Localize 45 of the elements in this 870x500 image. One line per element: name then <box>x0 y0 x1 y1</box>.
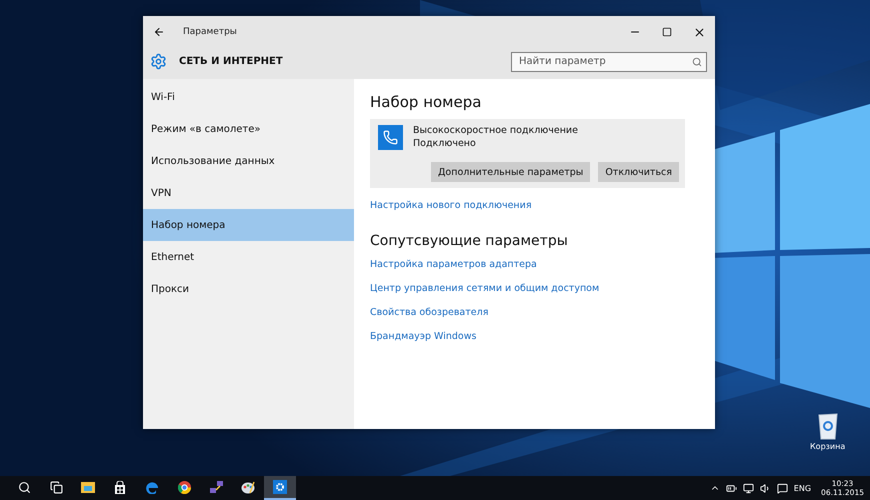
browser-ball-icon <box>178 480 190 494</box>
related-link[interactable]: Настройка параметров адаптера <box>370 259 537 270</box>
related-link[interactable]: Центр управления сетями и общим доступом <box>370 283 600 294</box>
speaker-icon <box>760 482 771 494</box>
related-link[interactable]: Свойства обозревателя <box>370 307 488 318</box>
page-heading: Набор номера <box>370 93 482 111</box>
browser-e-icon <box>146 480 158 494</box>
search-icon <box>692 56 702 66</box>
connection-card[interactable]: Высокоскоростное подключение Подключено Дополнительные параметры Отключиться <box>370 119 685 188</box>
maximize-icon <box>662 27 672 37</box>
connection-action-button[interactable]: Дополнительные параметры <box>431 162 590 182</box>
notification-icon <box>776 482 788 494</box>
back-arrow-icon <box>153 26 165 38</box>
palette-icon <box>241 480 255 494</box>
network-computers-icon <box>210 480 222 494</box>
close-icon <box>692 26 706 38</box>
phone-icon <box>378 125 403 150</box>
monitor-icon <box>742 482 754 494</box>
language-indicator[interactable]: ENG <box>794 484 812 492</box>
connection-action-button[interactable]: Отключиться <box>598 162 679 182</box>
desktop-icon-label[interactable]: Корзина <box>810 442 846 451</box>
connection-status: Подключено <box>413 138 477 149</box>
new-connection-link[interactable]: Настройка нового подключения <box>370 200 532 211</box>
search-field[interactable]: Найти параметр <box>511 52 707 72</box>
gear-icon <box>150 53 167 70</box>
section-heading: Сопутсвующие параметры <box>370 233 569 249</box>
taskbar-button[interactable] <box>264 476 296 500</box>
sidebar-item[interactable]: Прокси <box>143 273 354 305</box>
sidebar-item[interactable]: VPN <box>143 177 354 209</box>
search-icon <box>18 480 30 494</box>
battery-icon <box>726 482 737 494</box>
sidebar-item[interactable]: Набор номера <box>143 209 354 241</box>
section-title: СЕТЬ И ИНТЕРНЕТ <box>179 56 284 67</box>
shopping-bag-icon <box>114 480 126 494</box>
settings-icon <box>273 480 287 494</box>
connection-name: Высокоскоростное подключение <box>413 125 578 136</box>
sidebar-item[interactable]: Режим «в самолете» <box>143 113 354 145</box>
sidebar-item[interactable]: Использование данных <box>143 145 354 177</box>
folder-icon <box>81 481 95 493</box>
task-view-icon <box>50 480 62 494</box>
sidebar-item[interactable]: Wi-Fi <box>143 81 354 113</box>
sidebar-item[interactable]: Ethernet <box>143 241 354 273</box>
recycle-bin-icon <box>816 412 840 440</box>
window-title: Параметры <box>183 27 238 37</box>
related-link[interactable]: Брандмауэр Windows <box>370 331 476 342</box>
